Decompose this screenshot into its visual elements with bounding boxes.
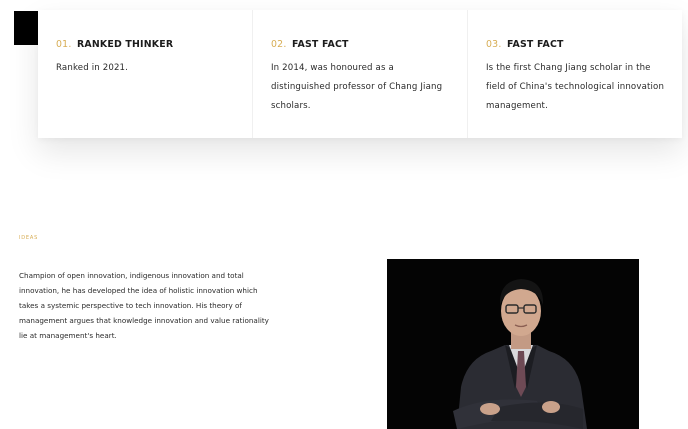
fact-number: 02. xyxy=(271,39,287,50)
fact-title: FAST FACT xyxy=(506,39,564,50)
fact-title: RANKED THINKER xyxy=(76,39,174,50)
fact-ranked-thinker: 01. RANKED THINKER Ranked in 2021. xyxy=(38,10,252,138)
portrait-photo xyxy=(387,259,639,429)
ideas-paragraph: Champion of open innovation, indigenous … xyxy=(19,271,269,340)
fact-body: Is the first Chang Jiang scholar in the … xyxy=(486,63,665,111)
portrait-illustration xyxy=(387,259,639,429)
fact-title: FAST FACT xyxy=(291,39,349,50)
fact-heading: 01. RANKED THINKER xyxy=(56,39,238,50)
fact-chang-jiang-professor: 02. FAST FACT In 2014, was honoured as a… xyxy=(252,10,467,138)
fact-body: In 2014, was honoured as a distinguished… xyxy=(271,63,443,111)
fact-heading: 02. FAST FACT xyxy=(271,39,453,50)
fact-number: 01. xyxy=(56,39,72,50)
ideas-label: IDEAS xyxy=(19,235,39,241)
fact-first-scholar: 03. FAST FACT Is the first Chang Jiang s… xyxy=(467,10,682,138)
black-corner-block xyxy=(14,11,38,45)
facts-card: 01. RANKED THINKER Ranked in 2021. 02. F… xyxy=(38,10,682,138)
fact-number: 03. xyxy=(486,39,502,50)
fact-body: Ranked in 2021. xyxy=(56,63,129,73)
fact-heading: 03. FAST FACT xyxy=(486,39,668,50)
